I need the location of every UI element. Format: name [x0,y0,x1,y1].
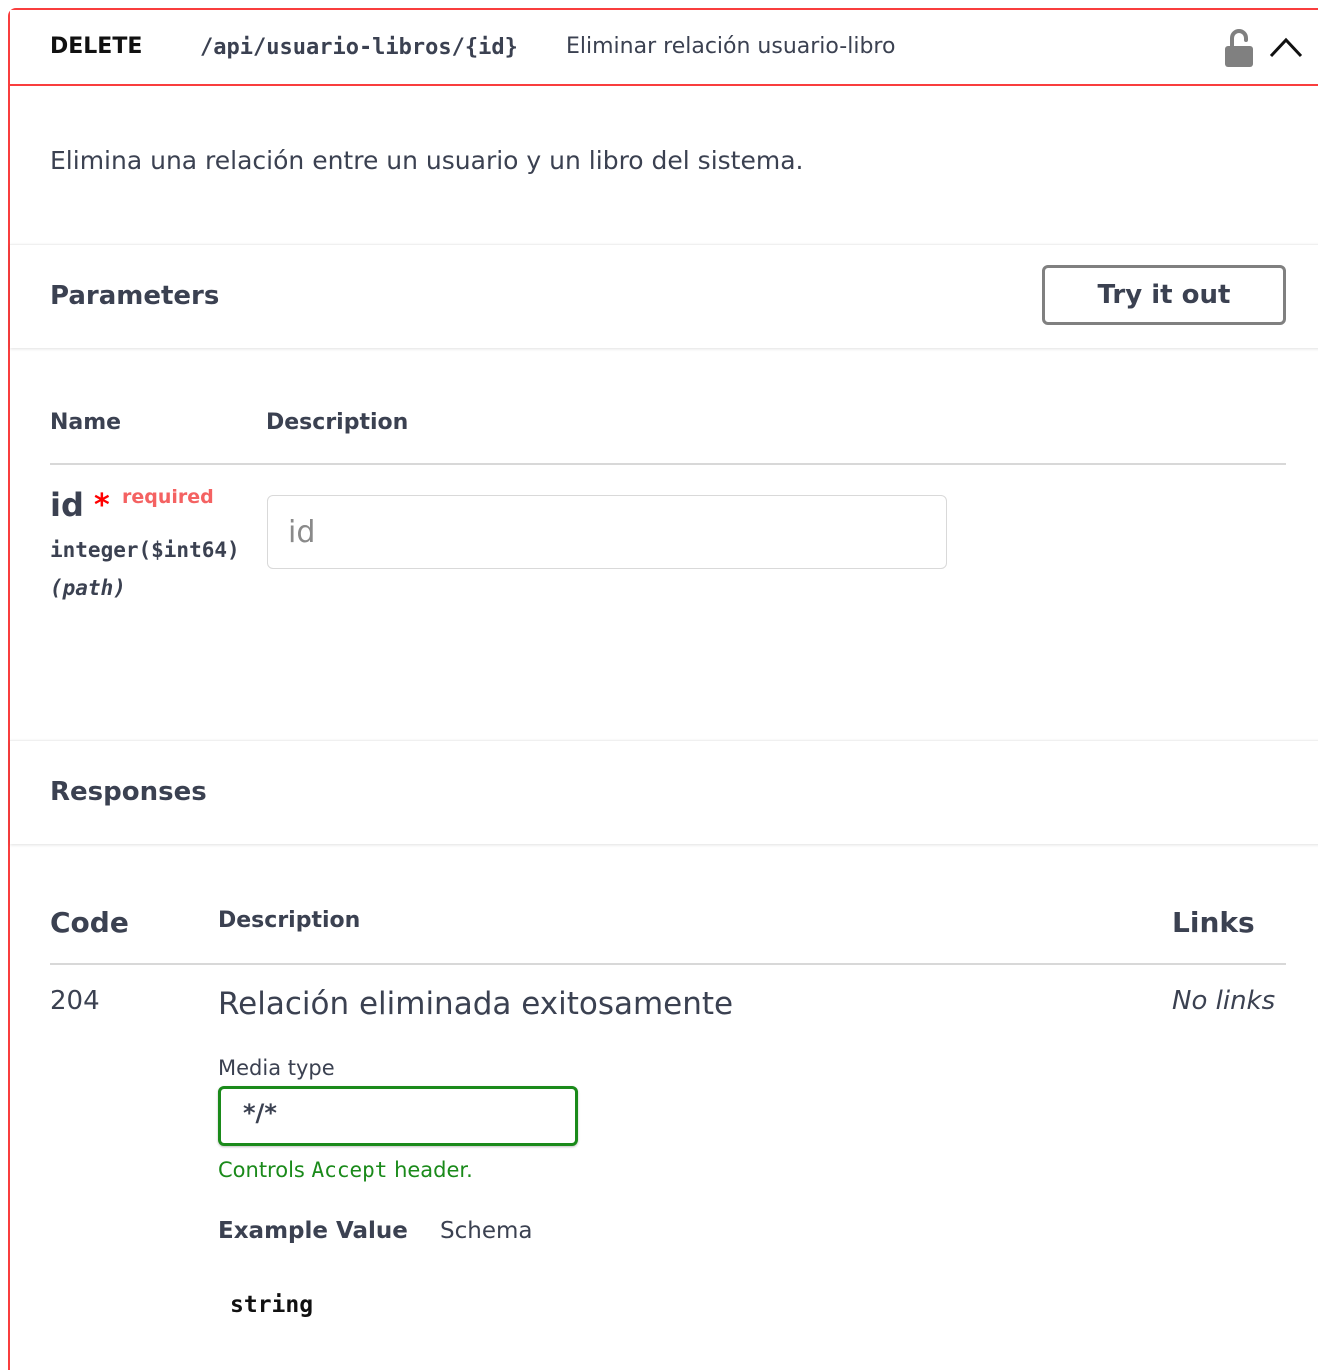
param-location: (path) [50,576,126,600]
resp-table-divider [50,963,1286,965]
parameters-title: Parameters [50,281,220,311]
param-name: id [50,486,84,524]
responses-header: Responses [10,740,1318,844]
resp-col-code: Code [50,906,129,939]
operation-summary-text: Eliminar relación usuario-libro [566,34,896,59]
param-table-divider [50,463,1286,465]
required-label: required [122,486,214,508]
tab-example-value[interactable]: Example Value [218,1218,408,1244]
response-description: Relación eliminada exitosamente [218,986,734,1022]
chevron-up-icon[interactable] [1268,34,1304,60]
lock-open-icon[interactable] [1224,28,1254,68]
example-value-body: string [230,1292,314,1318]
response-links: No links [1172,986,1276,1016]
operation-path: /api/usuario-libros/{id} [200,35,518,60]
media-type-select[interactable]: */* [218,1086,578,1146]
resp-col-description: Description [218,908,361,933]
responses-title: Responses [50,777,207,807]
required-asterisk: * [94,488,110,523]
operation-description: Elimina una relación entre un usuario y … [50,146,804,175]
param-type: integer($int64) [50,538,240,562]
response-code: 204 [50,986,100,1016]
media-type-hint: Controls Accept header. [218,1158,473,1182]
id-input[interactable] [267,495,947,569]
param-col-name: Name [50,410,122,435]
media-type-label: Media type [218,1056,335,1080]
http-method-badge: DELETE [50,34,143,59]
try-it-out-button[interactable]: Try it out [1042,265,1286,325]
resp-col-links: Links [1172,906,1255,939]
operation-block-delete: DELETE /api/usuario-libros/{id} Eliminar… [8,8,1318,1370]
tab-schema[interactable]: Schema [440,1218,532,1244]
parameters-header: Parameters Try it out [10,244,1318,348]
operation-summary[interactable]: DELETE /api/usuario-libros/{id} Eliminar… [10,10,1318,86]
param-col-description: Description [266,410,409,435]
